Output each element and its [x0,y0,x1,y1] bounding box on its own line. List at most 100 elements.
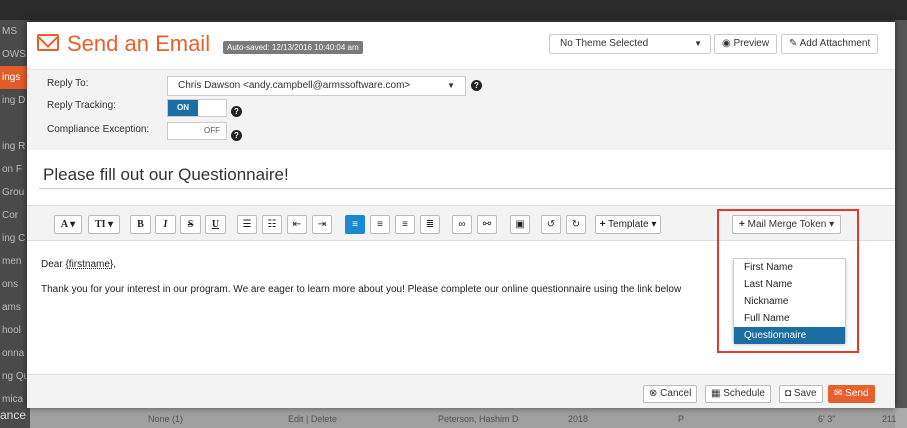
italic-button[interactable]: I [155,215,176,234]
send-icon: ✉ [834,388,843,399]
align-right-icon[interactable]: ≡ [395,215,415,234]
background-topbar [0,0,907,20]
preview-button[interactable]: ◉ Preview [714,34,778,54]
mail-merge-token-menu: First Name Last Name Nickname Full Name … [733,258,846,344]
caret-down-icon: ▾ [829,219,835,230]
reply-to-value: Chris Dawson <andy.campbell@armssoftware… [178,80,411,91]
autosave-badge: Auto-saved: 12/13/2016 10:40:04 am [223,41,363,54]
subject-divider [39,188,895,189]
bg-sidebar-item: ings [0,66,30,89]
cancel-icon: ⊗ [649,388,658,399]
add-attachment-label: Add Attachment [799,38,871,49]
preview-label: Preview [733,38,770,49]
greeting-line: Dear {firstname}, [41,259,117,270]
caret-down-icon: ▼ [447,81,455,90]
bg-sidebar-item: ons [2,279,19,290]
floppy-icon: ◘ [785,388,792,399]
bg-sidebar-item: Cor [2,210,19,221]
eye-icon: ◉ [722,38,731,49]
bg-sidebar-item: on F [2,164,23,175]
justify-icon[interactable]: ≣ [420,215,440,234]
modal-title: Send an Email [67,31,211,56]
bg-sidebar-item: ams [2,302,21,313]
body-paragraph: Thank you for your interest in our progr… [41,284,682,295]
unlink-icon[interactable]: ⚯ [477,215,497,234]
bg-cell: P [678,414,685,424]
help-icon[interactable]: ? [471,80,482,91]
add-attachment-button[interactable]: ✎ Add Attachment [781,34,879,54]
compliance-exception-toggle[interactable]: OFF [167,122,227,140]
template-button[interactable]: + Template ▾ [595,215,661,234]
toggle-off-state: OFF [204,126,220,135]
bullet-list-icon[interactable]: ☰ [237,215,257,234]
schedule-label: Schedule [723,388,765,399]
mail-merge-token-button[interactable]: + Mail Merge Token ▾ [732,215,842,234]
menu-item-nickname[interactable]: Nickname [734,293,845,310]
bg-sidebar-item: MS [2,26,17,37]
font-size-button[interactable]: TI ▾ [88,215,120,234]
background-right-strip [895,20,907,428]
font-color-button[interactable]: A ▾ [54,215,82,234]
calendar-icon: ▦ [711,388,721,399]
align-left-icon[interactable]: ≡ [345,215,365,234]
strikethrough-button[interactable]: S [180,215,201,234]
bg-cell: 2018 [568,414,589,424]
background-table-row: None (1) Edit | Delete Peterson, Hashim … [30,408,907,428]
editor-toolbar: A ▾ TI ▾ B I S U ☰ ☷ ⇤ ⇥ ≡ ≡ ≡ ≣ ∞ ⚯ ▣ ↺… [27,205,895,241]
menu-item-questionnaire[interactable]: Questionnaire [734,327,845,344]
link-icon[interactable]: ∞ [452,215,472,234]
bg-cell: Peterson, Hashim D [438,414,519,424]
send-email-modal: Send an Email Auto-saved: 12/13/2016 10:… [27,22,895,408]
bg-sidebar-item: onna [2,348,25,359]
reply-to-label: Reply To: [47,78,89,89]
bg-sidebar-bottom: ance [0,408,27,422]
save-label: Save [793,388,817,399]
undo-icon[interactable]: ↺ [541,215,561,234]
toggle-on-state: ON [168,100,198,116]
bg-sidebar-item: OWS [2,49,26,60]
bg-cell: 211 [882,414,897,424]
bg-cell: Edit | Delete [288,414,337,424]
bg-sidebar-item: ing D [2,95,26,106]
menu-item-first-name[interactable]: First Name [734,259,845,276]
bg-cell: 6' 3" [818,414,836,424]
bg-sidebar-item: men [2,256,22,267]
caret-down-icon: ▼ [694,39,702,48]
bg-cell: None (1) [148,414,184,424]
help-icon[interactable]: ? [231,106,242,117]
compliance-exception-label: Compliance Exception: [47,124,150,135]
cancel-label: Cancel [660,388,692,399]
merge-token-firstname: {firstname} [65,259,114,270]
cancel-button[interactable]: ⊗ Cancel [643,385,698,403]
save-button[interactable]: ◘ Save [779,385,823,403]
theme-select-value: No Theme Selected [560,38,649,49]
reply-to-select[interactable]: Chris Dawson <andy.campbell@armssoftware… [167,76,466,96]
indent-icon[interactable]: ⇥ [312,215,332,234]
schedule-button[interactable]: ▦ Schedule [705,385,771,403]
outdent-icon[interactable]: ⇤ [287,215,307,234]
menu-item-full-name[interactable]: Full Name [734,310,845,327]
paperclip-icon: ✎ [789,38,798,49]
bg-sidebar-item: ing R [2,141,26,152]
modal-footer: ⊗ Cancel ▦ Schedule ◘ Save ✉ Send [27,374,895,408]
bold-button[interactable]: B [130,215,151,234]
bg-sidebar-item: ng Qu [2,371,30,382]
image-icon[interactable]: ▣ [510,215,530,234]
bg-sidebar-item: Grou [2,187,25,198]
bg-sidebar-item [0,112,30,135]
email-subject[interactable]: Please fill out our Questionnaire! [43,165,289,185]
send-label: Send [845,388,869,399]
align-center-icon[interactable]: ≡ [370,215,390,234]
reply-tracking-label: Reply Tracking: [47,100,116,111]
reply-tracking-toggle[interactable]: ON [167,99,227,117]
underline-button[interactable]: U [205,215,226,234]
help-icon[interactable]: ? [231,130,242,141]
numbered-list-icon[interactable]: ☷ [262,215,282,234]
mail-merge-token-label: Mail Merge Token [747,219,827,230]
plus-icon: + [739,219,745,230]
redo-icon[interactable]: ↻ [566,215,586,234]
modal-header: Send an Email Auto-saved: 12/13/2016 10:… [27,22,895,70]
theme-select[interactable]: No Theme Selected ▼ [549,34,711,54]
send-button[interactable]: ✉ Send [828,385,875,403]
menu-item-last-name[interactable]: Last Name [734,276,845,293]
